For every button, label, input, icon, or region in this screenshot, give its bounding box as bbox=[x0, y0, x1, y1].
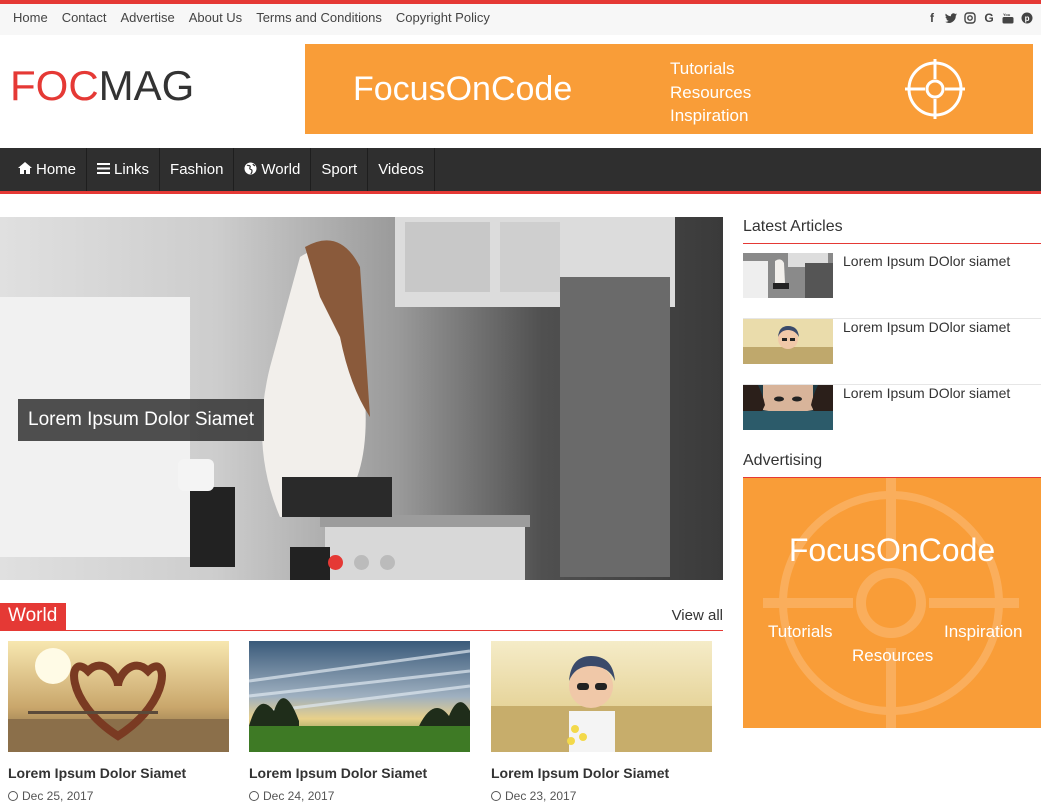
top-link-home[interactable]: Home bbox=[13, 10, 48, 25]
crosshair-icon bbox=[905, 59, 965, 119]
banner-brand-name: FocusOnCode bbox=[353, 70, 573, 108]
top-link-contact[interactable]: Contact bbox=[62, 10, 107, 25]
nav-item-label: Sport bbox=[321, 161, 358, 178]
slider-dot[interactable] bbox=[380, 555, 395, 570]
advertising-heading: Advertising bbox=[743, 452, 1041, 478]
top-link-advertise[interactable]: Advertise bbox=[121, 10, 175, 25]
nav-item-fashion[interactable]: Fashion bbox=[160, 148, 235, 191]
world-section-header: World View all bbox=[0, 603, 723, 631]
view-all-link[interactable]: View all bbox=[672, 607, 723, 624]
top-link-copyright[interactable]: Copyright Policy bbox=[396, 10, 490, 25]
article-date-text: Dec 24, 2017 bbox=[263, 789, 335, 803]
logo-red-part: FOC bbox=[10, 62, 99, 109]
nav-item-label: Home bbox=[36, 161, 77, 178]
nav-item-label: Videos bbox=[378, 161, 424, 178]
article-thumbnail[interactable] bbox=[491, 641, 712, 752]
slider-dot[interactable] bbox=[328, 555, 343, 570]
article-title[interactable]: Lorem Ipsum Dolor Siamet bbox=[249, 765, 470, 781]
logo-dark-part: MAG bbox=[98, 62, 195, 109]
latest-articles-heading: Latest Articles bbox=[743, 218, 1041, 244]
article-date: Dec 25, 2017 bbox=[8, 789, 229, 803]
ad-tagline: Inspiration bbox=[944, 622, 1023, 641]
bars-icon bbox=[97, 162, 111, 177]
top-link-about-us[interactable]: About Us bbox=[189, 10, 242, 25]
ad-tagline: Resources bbox=[852, 646, 934, 665]
article-card[interactable]: Lorem Ipsum Dolor Siamet Dec 24, 2017 bbox=[248, 641, 471, 803]
banner-tagline: Tutorials bbox=[670, 59, 735, 78]
site-logo[interactable]: FOCMAG bbox=[10, 62, 194, 110]
top-bar: Home Contact Advertise About Us Terms an… bbox=[0, 0, 1041, 35]
slider-dots bbox=[328, 555, 395, 570]
nav-item-label: Links bbox=[114, 161, 150, 178]
latest-article-title[interactable]: Lorem Ipsum DOlor siamet bbox=[843, 319, 1010, 335]
banner-tagline: Inspiration bbox=[670, 106, 749, 125]
article-thumbnail[interactable] bbox=[8, 641, 229, 752]
nav-item-label: Fashion bbox=[170, 161, 224, 178]
header-ad-banner[interactable]: FocusOnCode Tutorials Resources Inspirat… bbox=[305, 44, 1033, 134]
article-date-text: Dec 23, 2017 bbox=[505, 789, 577, 803]
twitter-icon[interactable] bbox=[945, 11, 957, 25]
svg-text:You: You bbox=[1003, 12, 1011, 17]
article-date-text: Dec 25, 2017 bbox=[22, 789, 94, 803]
latest-article-thumbnail[interactable] bbox=[743, 319, 833, 364]
main-nav: Home Links Fashion World Sport Videos bbox=[0, 148, 1041, 194]
article-date: Dec 24, 2017 bbox=[249, 789, 470, 803]
latest-article-thumbnail[interactable] bbox=[743, 253, 833, 298]
crosshair-icon bbox=[763, 478, 1019, 728]
section-label[interactable]: World bbox=[0, 603, 67, 631]
featured-slider[interactable]: Lorem Ipsum Dolor Siamet bbox=[0, 217, 723, 580]
google-icon[interactable]: G bbox=[983, 11, 995, 25]
nav-item-videos[interactable]: Videos bbox=[368, 148, 435, 191]
pinterest-icon[interactable]: p bbox=[1021, 11, 1033, 25]
social-links: f G You p bbox=[926, 11, 1033, 25]
slide-caption[interactable]: Lorem Ipsum Dolor Siamet bbox=[18, 399, 264, 441]
nav-item-label: World bbox=[261, 161, 301, 178]
ad-tagline: Tutorials bbox=[768, 622, 833, 641]
article-title[interactable]: Lorem Ipsum Dolor Siamet bbox=[8, 765, 229, 781]
latest-article-thumbnail[interactable] bbox=[743, 385, 833, 430]
article-card[interactable]: Lorem Ipsum Dolor Siamet Dec 23, 2017 bbox=[491, 641, 712, 803]
clock-icon bbox=[8, 791, 18, 801]
nav-item-links[interactable]: Links bbox=[87, 148, 161, 191]
article-thumbnail[interactable] bbox=[248, 641, 471, 752]
youtube-icon[interactable]: You bbox=[1002, 11, 1014, 25]
top-nav: Home Contact Advertise About Us Terms an… bbox=[6, 10, 497, 25]
nav-item-sport[interactable]: Sport bbox=[311, 148, 369, 191]
ad-brand-name: FocusOnCode bbox=[788, 532, 996, 568]
latest-article-title[interactable]: Lorem Ipsum DOlor siamet bbox=[843, 385, 1010, 401]
clock-icon bbox=[491, 791, 501, 801]
home-icon bbox=[18, 162, 32, 177]
banner-taglines: Tutorials Resources Inspiration bbox=[670, 57, 751, 128]
facebook-icon[interactable]: f bbox=[926, 11, 938, 25]
instagram-icon[interactable] bbox=[964, 11, 976, 25]
article-date: Dec 23, 2017 bbox=[491, 789, 712, 803]
sidebar-ad-banner[interactable]: FocusOnCode Tutorials Resources Inspirat… bbox=[743, 478, 1041, 728]
slider-dot[interactable] bbox=[354, 555, 369, 570]
latest-article-item[interactable]: Lorem Ipsum DOlor siamet bbox=[743, 385, 1041, 451]
top-link-terms[interactable]: Terms and Conditions bbox=[256, 10, 382, 25]
latest-article-title[interactable]: Lorem Ipsum DOlor siamet bbox=[843, 253, 1010, 269]
latest-article-item[interactable]: Lorem Ipsum DOlor siamet bbox=[743, 253, 1041, 319]
nav-item-home[interactable]: Home bbox=[0, 148, 88, 191]
clock-icon bbox=[249, 791, 259, 801]
article-card[interactable]: Lorem Ipsum Dolor Siamet Dec 25, 2017 bbox=[8, 641, 229, 803]
article-title[interactable]: Lorem Ipsum Dolor Siamet bbox=[491, 765, 712, 781]
banner-tagline: Resources bbox=[670, 82, 752, 102]
nav-item-world[interactable]: World bbox=[234, 148, 312, 191]
globe-icon bbox=[244, 162, 257, 178]
latest-article-item[interactable]: Lorem Ipsum DOlor siamet bbox=[743, 319, 1041, 385]
svg-text:p: p bbox=[1025, 14, 1030, 23]
